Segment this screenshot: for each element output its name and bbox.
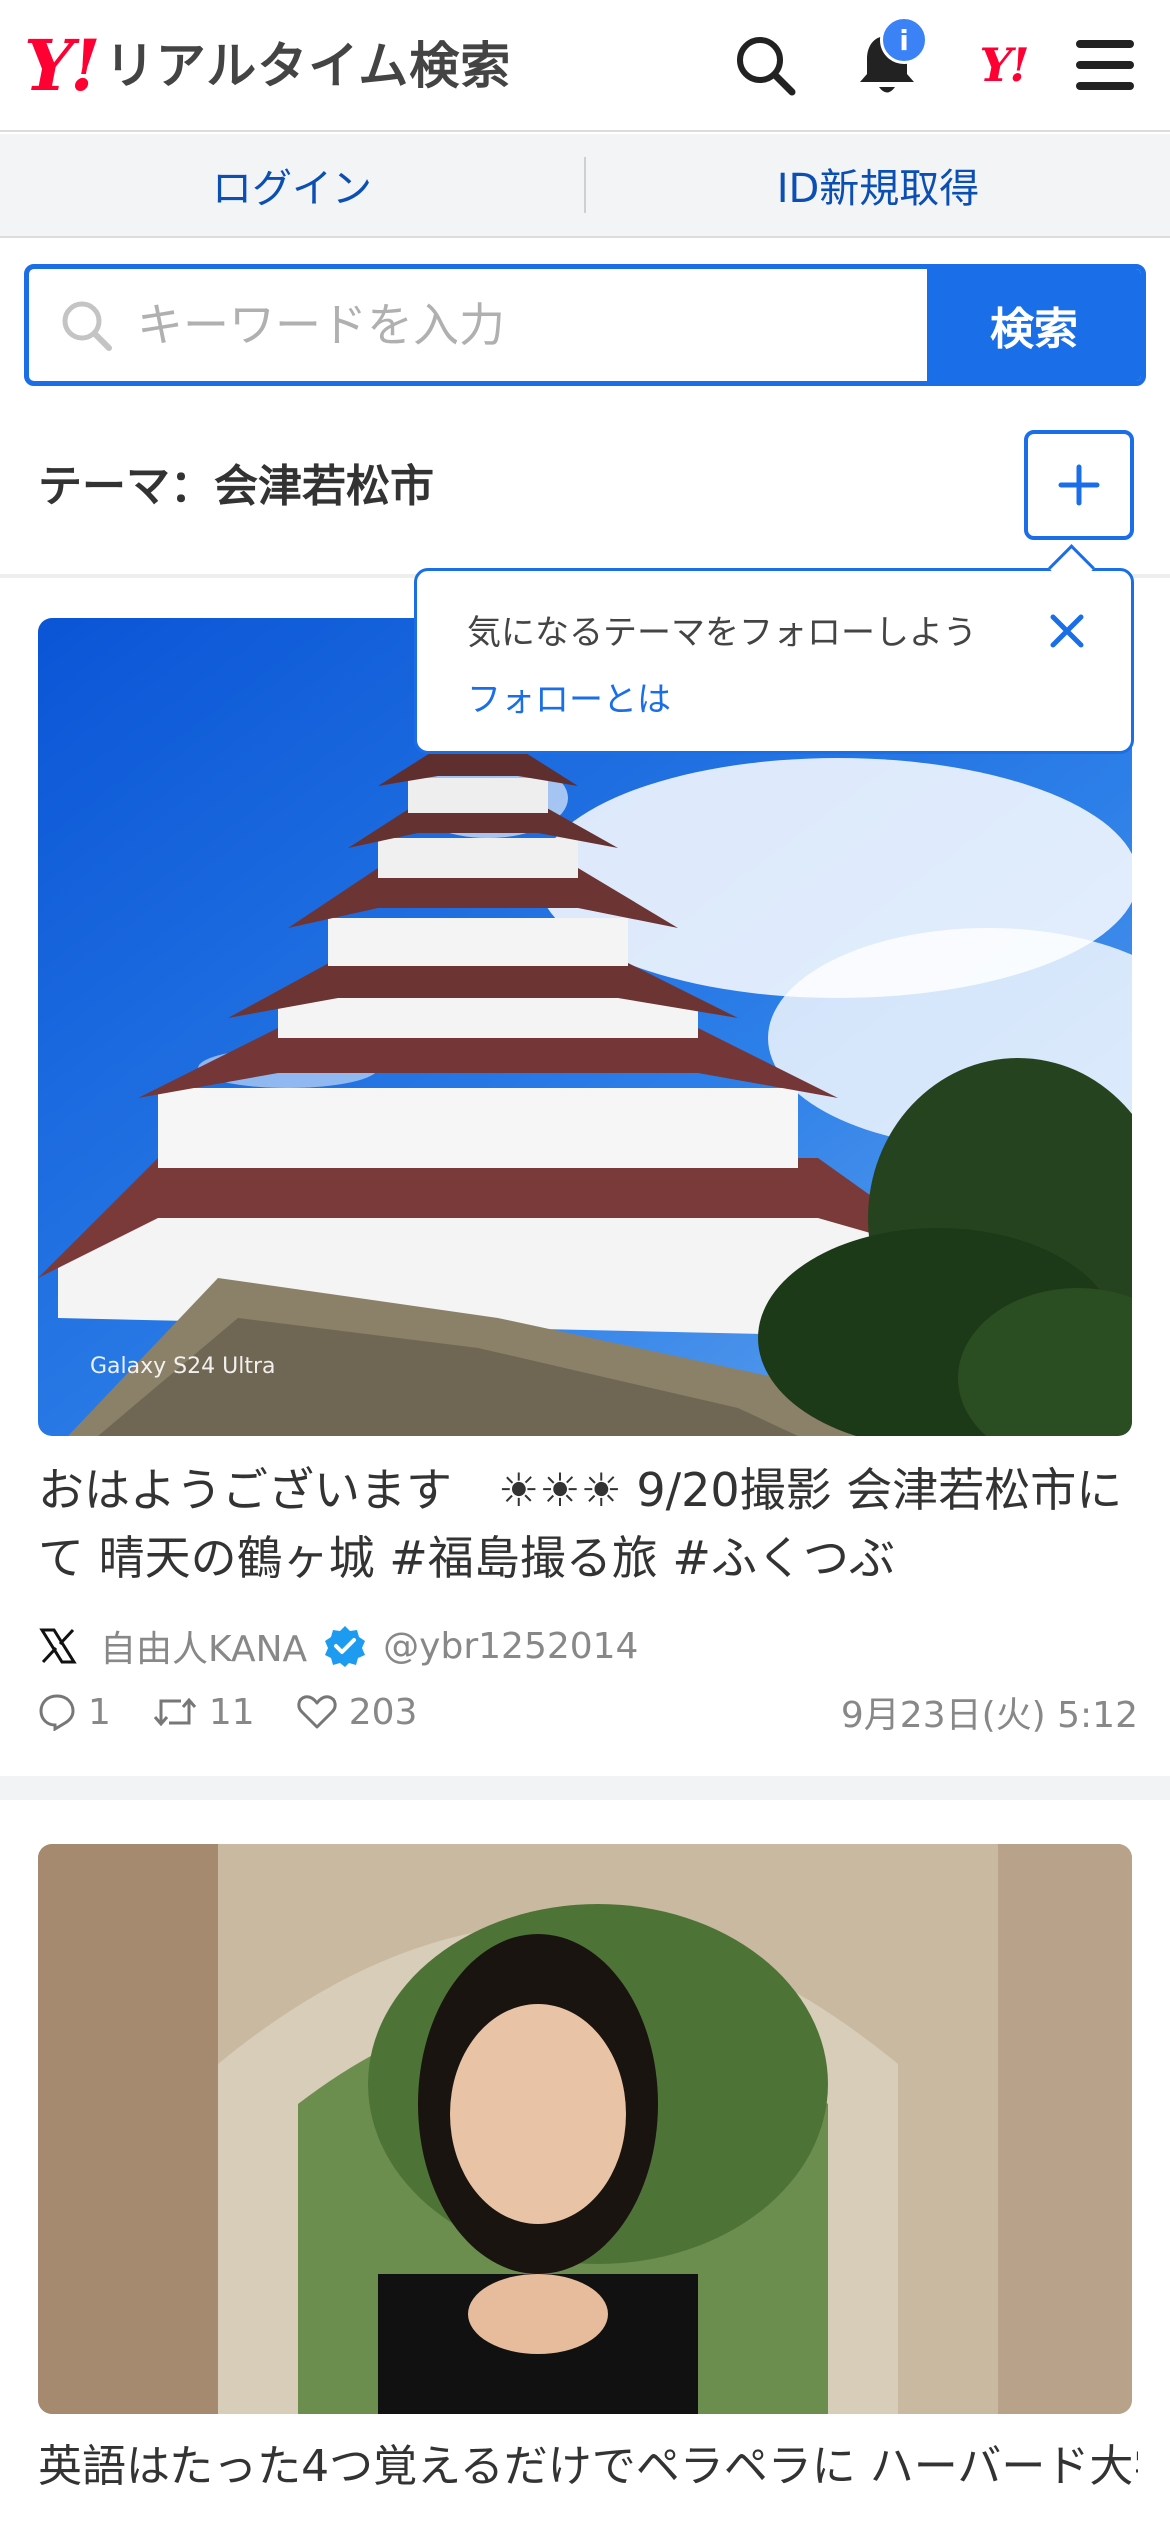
card-separator: [0, 1776, 1170, 1800]
article-image[interactable]: [38, 1844, 1132, 2414]
tooltip-link[interactable]: フォローとは: [467, 672, 1081, 721]
search-box: 検索: [24, 264, 1146, 386]
retweet-icon: [153, 1697, 197, 1727]
app-header: Y! リアルタイム検索 i Y!: [0, 0, 1170, 132]
post-author[interactable]: 自由人KANA @ybr1252014: [38, 1618, 638, 1674]
follow-tooltip: 気になるテーマをフォローしよう フォローとは: [414, 568, 1134, 754]
reply-stat[interactable]: 1: [38, 1692, 111, 1733]
yahoo-logo-mark: Y!: [24, 24, 101, 107]
close-icon[interactable]: [1047, 611, 1087, 651]
heart-icon: [297, 1695, 337, 1729]
like-stat[interactable]: 203: [297, 1691, 418, 1733]
notification-badge: i: [880, 16, 928, 64]
post-text[interactable]: おはようございます ☀☀☀ 9/20撮影 会津若松市にて 晴天の鶴ヶ城 #福島撮…: [38, 1456, 1138, 1592]
retweet-stat[interactable]: 11: [153, 1692, 255, 1733]
portrait-photo: [38, 1844, 1132, 2414]
reply-icon: [39, 1694, 75, 1731]
notification-button[interactable]: i: [852, 16, 928, 100]
image-watermark: Galaxy S24 Ultra: [90, 1354, 276, 1379]
article-title[interactable]: 英語はたった4つ覚えるだけでペラペラに ハーバード大学公認の英語の裏ワザ「そりゃ…: [38, 2436, 1138, 2498]
search-field-icon: [62, 301, 112, 351]
tooltip-message: 気になるテーマをフォローしよう: [467, 613, 977, 653]
follow-theme-button[interactable]: [1024, 430, 1134, 540]
yahoo-top-link[interactable]: Y!: [968, 30, 1038, 100]
post-date: 9月23日(火) 5:12: [840, 1695, 1138, 1736]
search-field[interactable]: [29, 269, 927, 381]
yahoo-mark: Y!: [979, 38, 1029, 92]
login-link[interactable]: ログイン: [0, 156, 584, 214]
x-logo-icon: [39, 1628, 77, 1664]
auth-bar: ログイン ID新規取得: [0, 134, 1170, 238]
logo[interactable]: Y! リアルタイム検索: [24, 28, 511, 104]
search-icon[interactable]: [730, 30, 800, 100]
logo-text: リアルタイム検索: [104, 37, 512, 95]
signup-link[interactable]: ID新規取得: [586, 156, 1170, 214]
post-stats: 1 11 203 9月23日(火) 5:12: [38, 1684, 1138, 1740]
verified-badge-icon: [325, 1626, 366, 1667]
search-button[interactable]: 検索: [927, 269, 1141, 381]
reply-count: 1: [88, 1691, 111, 1733]
author-name: 自由人KANA: [100, 1629, 308, 1670]
retweet-count: 11: [208, 1691, 255, 1733]
search-input[interactable]: [137, 298, 837, 352]
theme-title: テーマ：会津若松市: [38, 461, 434, 512]
theme-header: テーマ：会津若松市: [0, 410, 1170, 560]
menu-icon[interactable]: [1070, 30, 1140, 100]
author-handle: @ybr1252014: [383, 1625, 639, 1667]
like-count: 203: [348, 1691, 418, 1733]
plus-icon: [1058, 464, 1100, 506]
